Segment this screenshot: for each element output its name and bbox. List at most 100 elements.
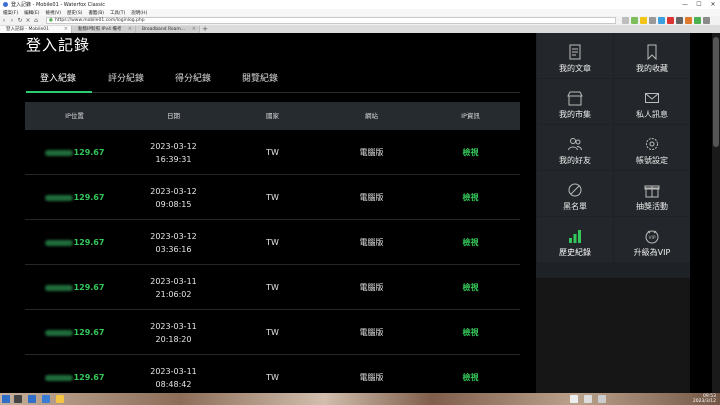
view-ip-info-link[interactable]: 檢視 [421,355,520,393]
mail-icon [645,93,659,103]
view-ip-info-link[interactable]: 檢視 [421,175,520,220]
menu-bookmarks[interactable]: 書籤(B) [88,10,104,16]
time-text: 08:48:42 [155,379,192,389]
menu-help[interactable]: 說明(H) [131,10,147,16]
browser-tab[interactable]: Broadband Roam... × [136,26,200,33]
gift-icon [644,185,660,198]
sidebar-item-vip[interactable]: VIP 升級為VIP [614,217,690,262]
date-text: 2023-03-11 [150,366,197,376]
table-row: 129.67 2023-03-11 20:18:20 TW 電腦版 檢視 [25,310,520,355]
table-row: 129.67 2023-03-11 08:48:42 TW 電腦版 檢視 [25,355,520,393]
extension-orange-icon[interactable] [685,17,692,24]
sidebar-item-label: 我的文章 [559,64,591,73]
menu-tools[interactable]: 工具(T) [110,10,125,16]
sidebar-item-history[interactable]: 歷史紀錄 [537,217,613,262]
browser-taskbar-icon[interactable] [42,395,50,403]
date-cell: 2023-03-11 20:18:20 [124,310,223,355]
menu-history[interactable]: 歷史(S) [67,10,82,16]
bookmark-icon [647,44,657,60]
sidebar-item-label: 我的市集 [559,110,591,119]
view-ip-info-link[interactable]: 檢視 [421,220,520,265]
site-cell: 電腦版 [359,373,384,382]
sidebar-item-label: 帳號設定 [636,156,668,165]
sidebar-item-lottery[interactable]: 抽獎活動 [614,171,690,216]
close-tab-icon[interactable]: × [64,26,68,33]
record-tabs: 登入紀錄 評分紀錄 得分紀錄 閱覽紀錄 [26,71,520,93]
tab-login-records[interactable]: 登入紀錄 [40,71,76,84]
folder-taskbar-icon[interactable] [56,395,64,403]
menu-hamburger-icon[interactable] [703,17,710,24]
window-title: 登入記錄 - Mobile01 - Waterfox Classic [11,2,106,8]
sidebar-item-label: 升級為VIP [633,248,671,257]
view-ip-info-link[interactable]: 檢視 [421,265,520,310]
reload-icon[interactable]: ↻ [16,17,24,24]
home-icon[interactable]: ⌂ [32,17,40,24]
sidebar-item-articles[interactable]: 我的文章 [537,33,613,78]
reader-icon[interactable] [649,17,656,24]
history-chart-icon [569,230,581,243]
view-ip-info-link[interactable]: 檢視 [421,310,520,355]
system-clock[interactable]: 09:53 2023/3/12 [693,394,716,404]
sidebar-item-settings[interactable]: 帳號設定 [614,125,690,170]
stop-icon[interactable]: × [24,17,32,24]
sidebar-item-label: 我的收藏 [636,64,668,73]
back-icon[interactable]: ‹ [0,17,8,24]
forward-icon[interactable]: › [8,17,16,24]
ip-cell: 129.67 [25,175,124,220]
extension-blue-icon[interactable] [658,17,665,24]
browser-tab[interactable]: 動態IP對照 IPv4 備考 × [72,26,136,33]
sidebar-item-messages[interactable]: 私人訊息 [614,79,690,124]
tab-rating-records[interactable]: 評分紀錄 [108,71,144,84]
extension-red-icon[interactable] [667,17,674,24]
tray-app3-icon[interactable] [598,395,606,403]
taskview-icon[interactable] [28,395,36,403]
time-text: 20:18:20 [155,334,192,344]
view-ip-info-link[interactable]: 檢視 [421,130,520,175]
sidebar-item-market[interactable]: 我的市集 [537,79,613,124]
tab-browse-records[interactable]: 閱覽紀錄 [242,71,278,84]
active-tab-indicator [26,91,92,93]
date-cell: 2023-03-11 08:48:42 [124,355,223,393]
ip-redaction [44,374,73,381]
new-tab-button[interactable]: + [201,26,209,33]
page-scrollbar[interactable] [712,33,720,393]
tab-score-records[interactable]: 得分紀錄 [175,71,211,84]
minimize-button[interactable]: — [678,0,692,9]
sidebar-item-favorites[interactable]: 我的收藏 [614,33,690,78]
ip-cell: 129.67 [25,265,124,310]
site-cell: 電腦版 [359,238,384,247]
tray-app-icon[interactable] [570,395,578,403]
sidebar-item-friends[interactable]: 我的好友 [537,125,613,170]
sidebar-item-label: 我的好友 [559,156,591,165]
tray-app2-icon[interactable] [584,395,592,403]
extension-yellow-icon[interactable] [640,17,647,24]
close-window-button[interactable]: ✕ [706,0,720,9]
close-tab-icon[interactable]: × [192,26,196,33]
menu-edit[interactable]: 編輯(E) [24,10,39,16]
start-button[interactable] [2,395,10,403]
browser-tab-label: Broadband Roam... [142,27,186,32]
maximize-button[interactable]: ☐ [692,0,706,9]
url-bar[interactable]: ● https://www.mobile01.com/loginlog.php [46,17,616,24]
scrollbar-thumb[interactable] [713,37,719,147]
menu-view[interactable]: 檢視(V) [45,10,61,16]
menu-file[interactable]: 檔案(F) [3,10,18,16]
search-icon[interactable] [14,395,22,403]
ip-suffix: 129.67 [73,193,105,202]
country-cell: TW [266,328,279,337]
sidebar-item-label: 私人訊息 [636,110,668,119]
browser-tab-active[interactable]: 登入記錄 - Mobile01 × [0,26,72,33]
member-sidebar: 我的文章 我的收藏 我的市集 私人訊息 我的好友 帳號設定 黑名單 抽獎活動 歷… [536,33,690,278]
time-text: 16:39:31 [155,154,192,164]
extension-gray-icon[interactable] [676,17,683,24]
table-row: 129.67 2023-03-12 03:36:16 TW 電腦版 檢視 [25,220,520,265]
date-cell: 2023-03-11 21:06:02 [124,265,223,310]
url-text: https://www.mobile01.com/loginlog.php [55,18,145,23]
screenshot-icon[interactable] [622,17,629,24]
close-tab-icon[interactable]: × [128,26,132,33]
ip-redaction [44,284,73,291]
sidebar-item-blacklist[interactable]: 黑名單 [537,171,613,216]
ip-redaction [44,239,73,246]
extension-green-icon[interactable] [631,17,638,24]
extension-green2-icon[interactable] [694,17,701,24]
